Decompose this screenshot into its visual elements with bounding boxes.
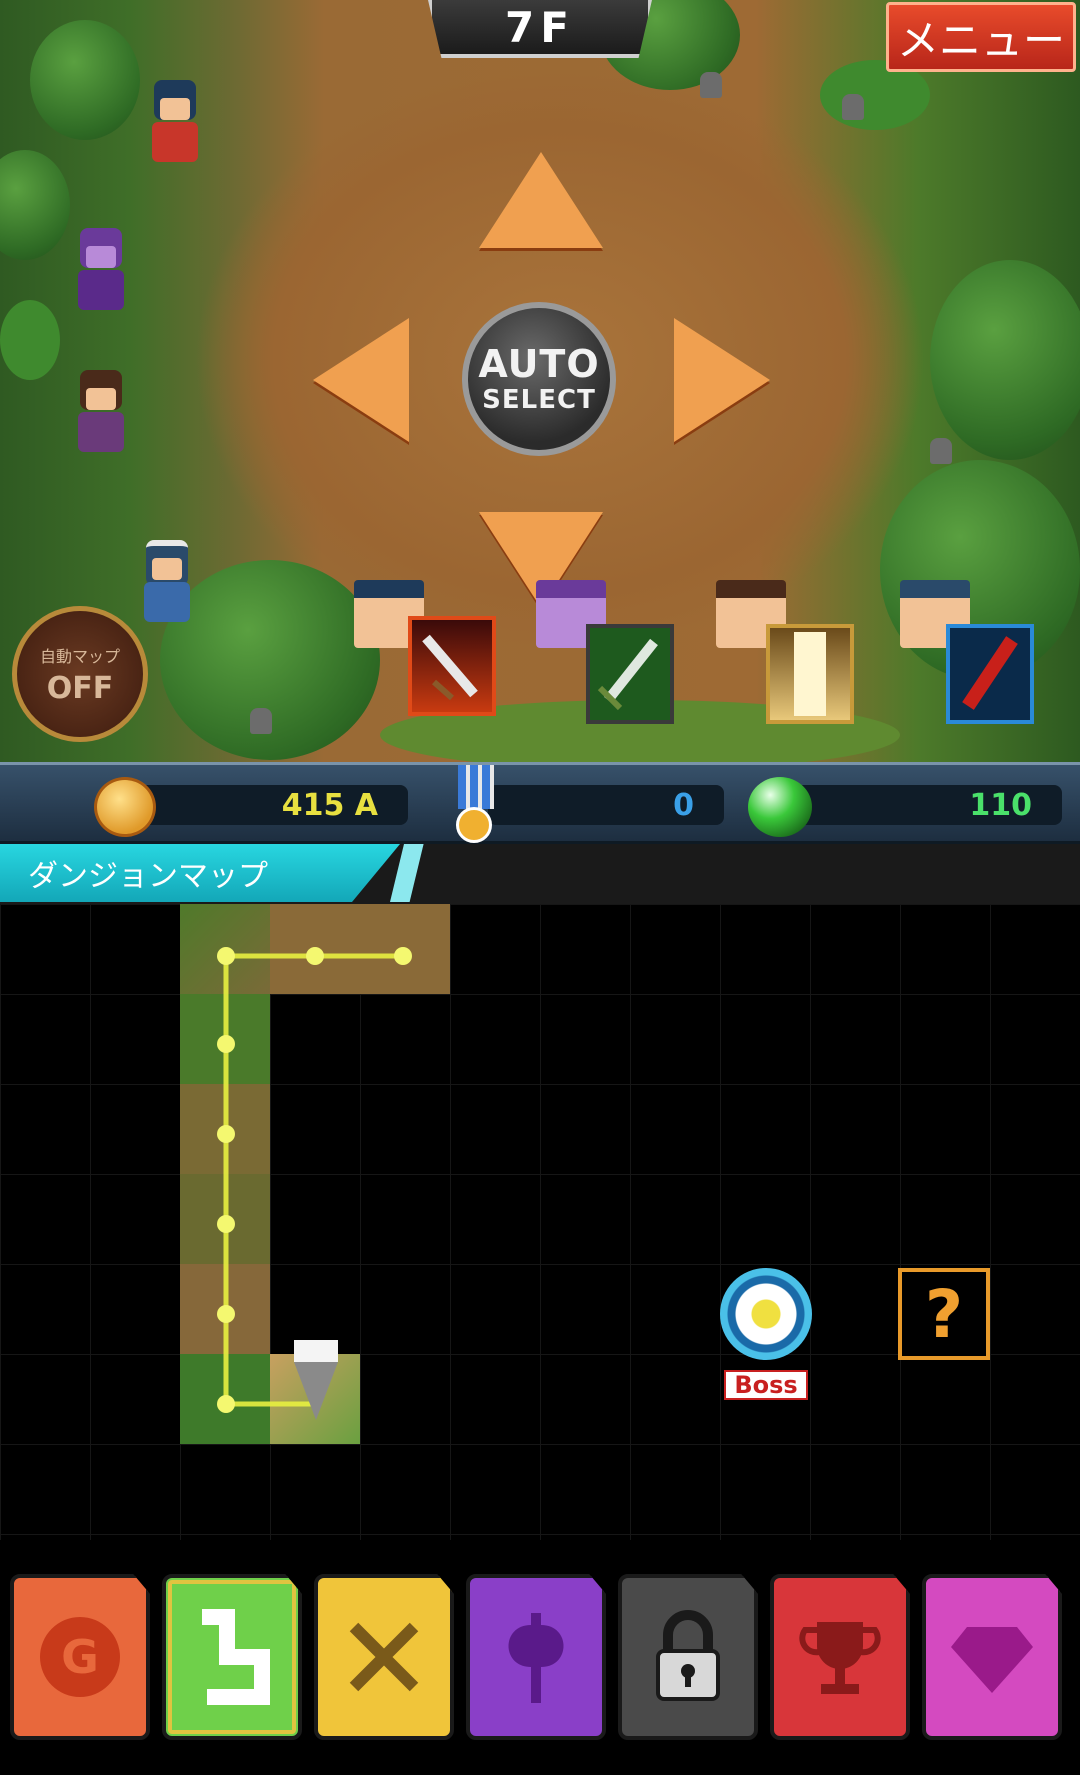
dungeon-map-tab: ダンジョンマップ — [0, 844, 400, 902]
move-left-arrow[interactable] — [313, 318, 409, 442]
resource-bar: 415 A 0 110 — [0, 762, 1080, 844]
nav-ranking-button[interactable] — [770, 1574, 910, 1740]
route-path — [217, 947, 412, 1413]
battle-axe-icon — [508, 1613, 564, 1703]
trophy-icon — [799, 1622, 881, 1694]
stone — [250, 708, 272, 734]
red-blade-icon — [962, 636, 1018, 710]
fire-sword-skill[interactable] — [408, 616, 496, 716]
axe-skill[interactable] — [946, 624, 1034, 724]
g-coin-icon: G — [40, 1617, 120, 1697]
hero-warrior — [140, 80, 210, 172]
medal-counter: 0 — [488, 785, 724, 825]
bottom-navigation: G — [0, 1540, 1080, 1775]
boss-label: Boss — [724, 1370, 808, 1400]
dungeon-map[interactable]: Boss ? — [0, 904, 1080, 1540]
stone — [700, 72, 722, 98]
auto-select-line2: SELECT — [482, 385, 596, 415]
auto-map-label: 自動マップ — [39, 646, 120, 666]
boss-portal-icon[interactable] — [720, 1268, 812, 1360]
tree — [30, 20, 140, 140]
auto-select-line1: AUTO — [478, 342, 600, 386]
nav-battle-button[interactable] — [314, 1574, 454, 1740]
stone — [930, 438, 952, 464]
nav-map-button[interactable] — [162, 1574, 302, 1740]
nav-gold-button[interactable]: G — [10, 1574, 150, 1740]
floor-indicator: 7F — [428, 0, 652, 58]
light-pillar-skill[interactable] — [766, 624, 854, 724]
padlock-icon — [656, 1610, 720, 1701]
menu-button[interactable]: メニュー — [886, 2, 1076, 72]
auto-map-toggle[interactable]: 自動マップ OFF — [12, 606, 148, 742]
nav-locked-button[interactable] — [618, 1574, 758, 1740]
sword-icon — [422, 634, 478, 701]
nav-shop-button[interactable] — [922, 1574, 1062, 1740]
green-sword-skill[interactable] — [586, 624, 674, 724]
light-beam-icon — [794, 632, 826, 716]
map-route-icon — [202, 1609, 270, 1705]
move-up-arrow[interactable] — [479, 152, 603, 248]
bush — [0, 300, 60, 380]
gem-icon — [951, 1627, 1033, 1693]
medal-icon — [456, 807, 492, 843]
gem-counter: 110 — [780, 785, 1062, 825]
hero-priestess — [66, 370, 136, 462]
unknown-event-tile[interactable]: ? — [898, 1268, 990, 1360]
medal-ribbon — [458, 765, 494, 809]
player-marker-icon — [294, 1340, 338, 1420]
hero-mage — [66, 228, 136, 320]
hero-viking — [132, 540, 202, 632]
crossed-swords-icon — [349, 1622, 419, 1692]
auto-map-state: OFF — [46, 670, 114, 706]
nav-equipment-button[interactable] — [466, 1574, 606, 1740]
sword-icon — [597, 638, 658, 711]
tree — [930, 260, 1080, 460]
game-scene: 7F メニュー AUTO SELECT 自動マップ OFF — [0, 0, 1080, 762]
green-gem-icon — [748, 777, 812, 837]
auto-select-button[interactable]: AUTO SELECT — [462, 302, 616, 456]
move-right-arrow[interactable] — [674, 318, 770, 442]
stone — [842, 94, 864, 120]
tree — [0, 150, 70, 260]
gold-counter: 415 A — [130, 785, 408, 825]
gold-coin-icon — [94, 777, 156, 837]
